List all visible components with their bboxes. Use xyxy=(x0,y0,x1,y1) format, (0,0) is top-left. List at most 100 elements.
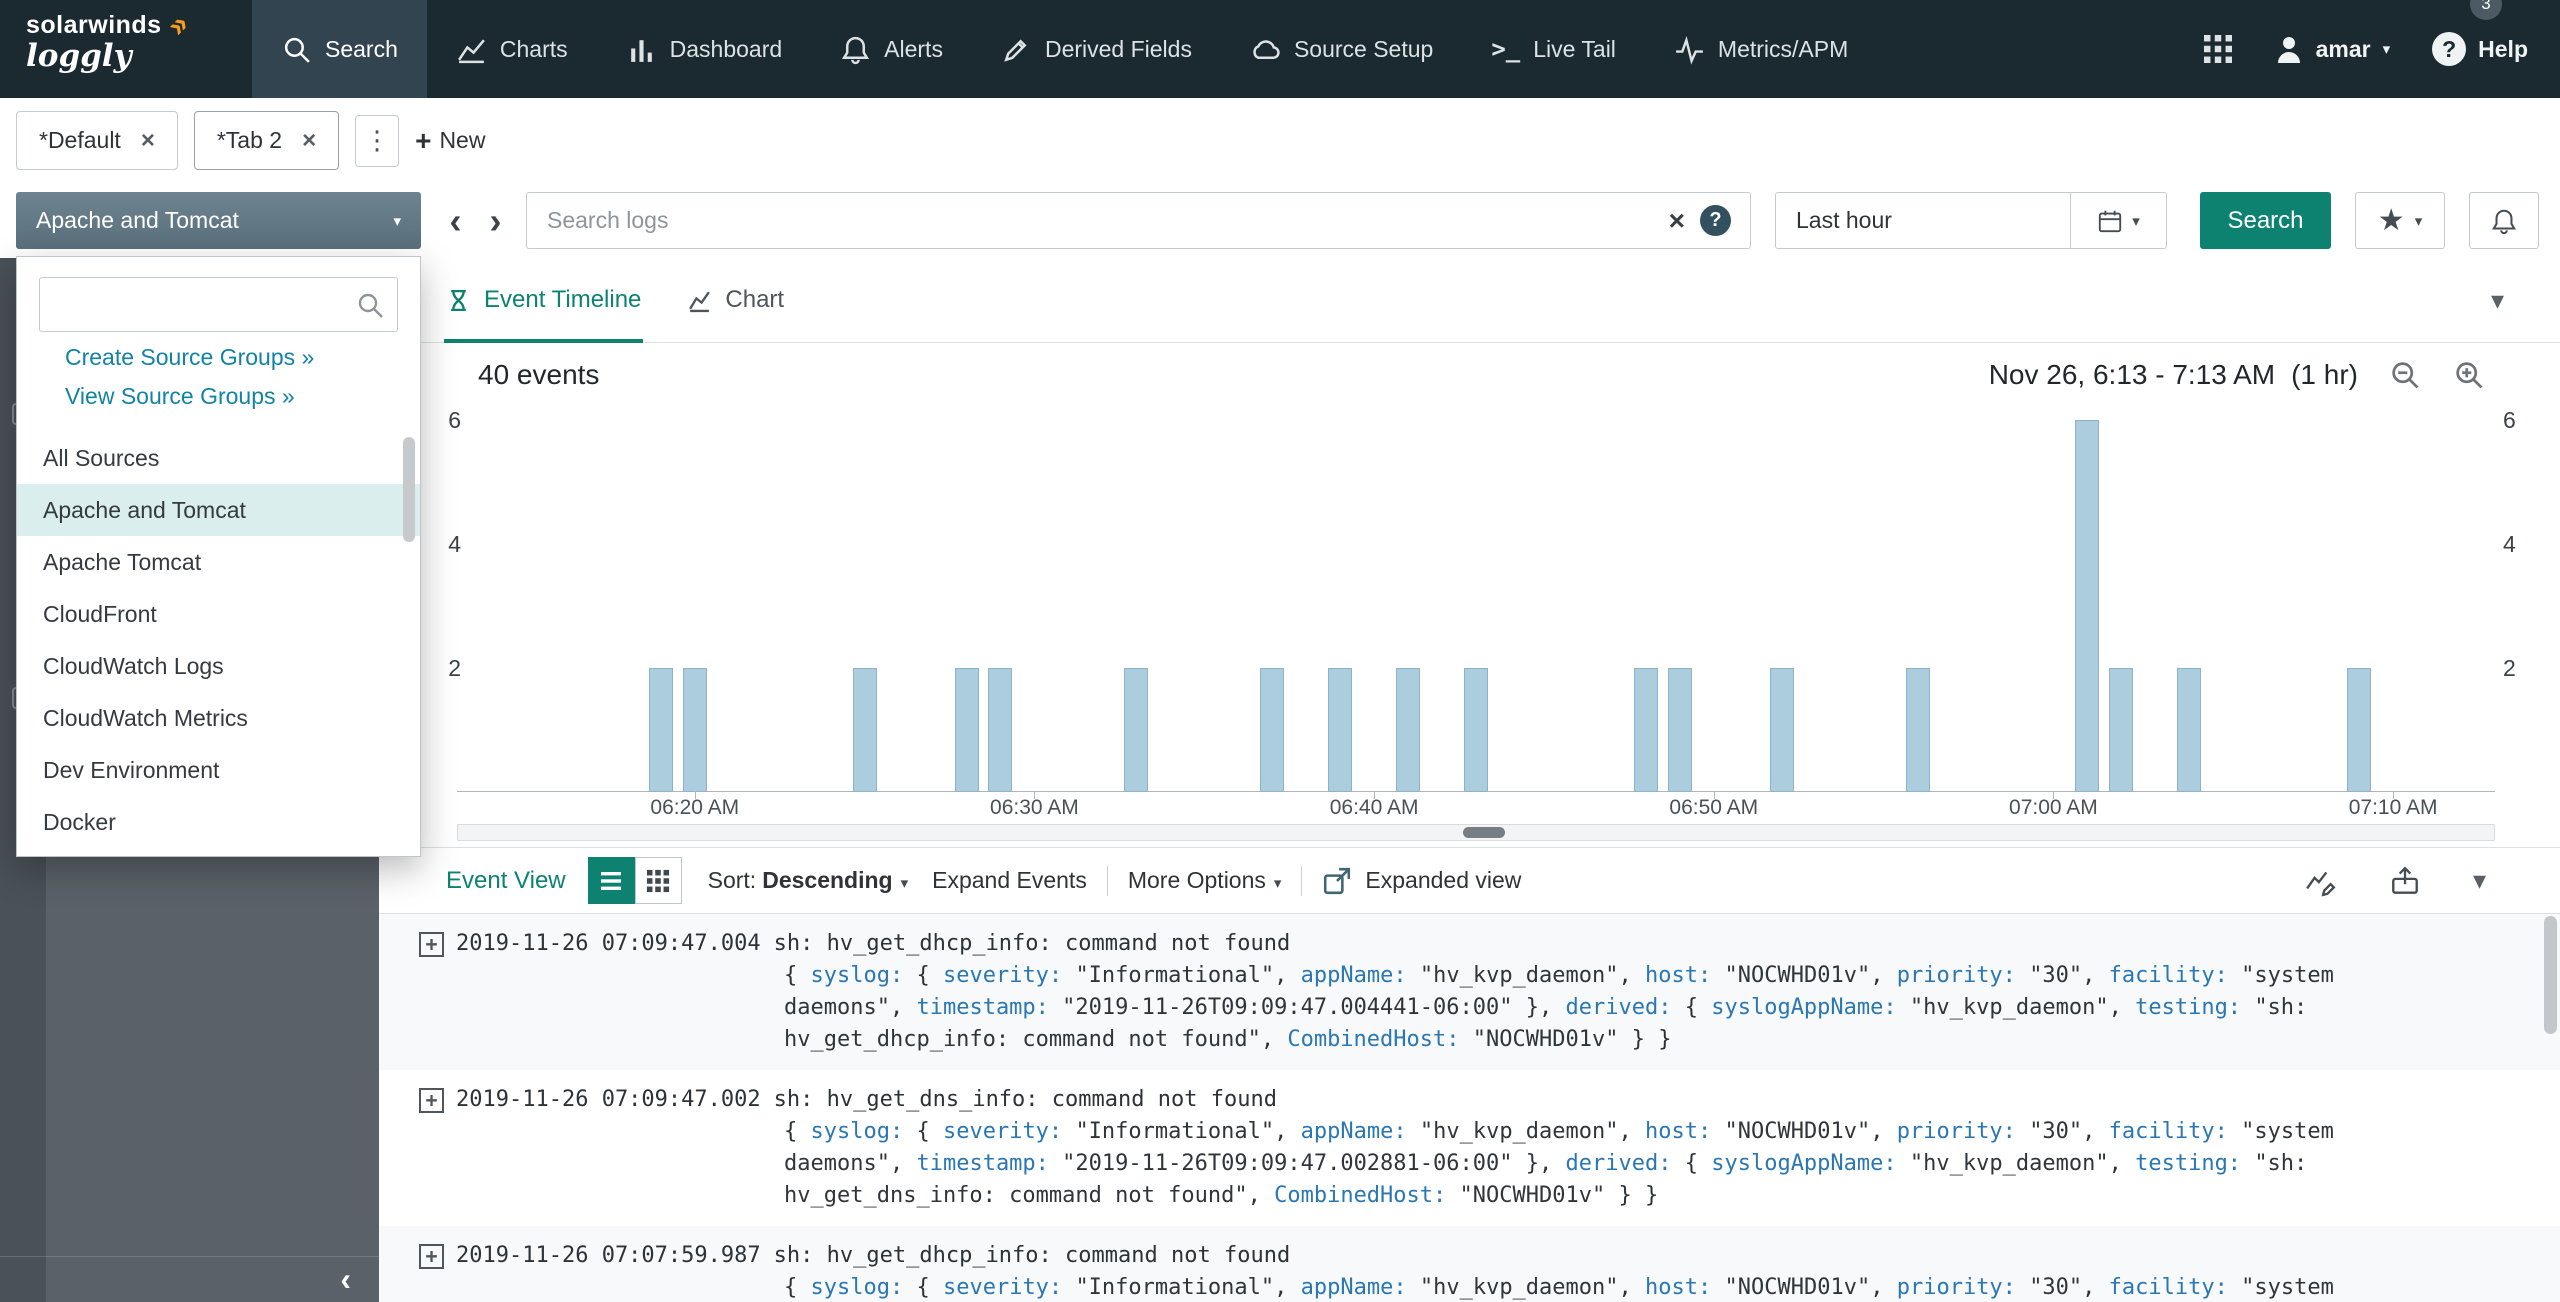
view-mode-toggle xyxy=(588,857,682,904)
more-options-dropdown[interactable]: More Options▾ xyxy=(1128,867,1282,894)
timeline-bar[interactable] xyxy=(649,668,673,792)
source-item-all-sources[interactable]: All Sources xyxy=(17,432,420,484)
log-event-row[interactable]: + 2019-11-26 07:09:47.002sh: hv_get_dns_… xyxy=(379,1070,2560,1226)
source-item-apache-tomcat[interactable]: Apache Tomcat xyxy=(17,536,420,588)
expand-event-icon[interactable]: + xyxy=(419,1088,444,1113)
source-item-dev-environment[interactable]: Dev Environment xyxy=(17,744,420,796)
event-view-toolbar: Event View Sort:Descending▾ Expand Event… xyxy=(379,848,2560,914)
json-key: priority: xyxy=(1897,1119,2016,1144)
event-timestamp: 2019-11-26 07:09:47.002 xyxy=(456,1087,761,1112)
collapse-events-icon[interactable]: ▾ xyxy=(2473,865,2486,896)
calendar-icon xyxy=(2097,208,2123,234)
timeline-bar[interactable] xyxy=(1260,668,1284,792)
nav-item-source-setup[interactable]: Source Setup xyxy=(1221,0,1462,98)
json-key: timestamp: xyxy=(916,1151,1048,1176)
collapse-timeline-icon[interactable]: ▾ xyxy=(2491,285,2504,316)
timeline-bar[interactable] xyxy=(1328,668,1352,792)
saved-searches-button[interactable]: ★ ▾ xyxy=(2355,192,2445,249)
events-scrollbar[interactable] xyxy=(2544,916,2557,1296)
sort-label: Sort: xyxy=(708,867,757,893)
timeline-bar[interactable] xyxy=(2177,668,2201,792)
timeline-bar[interactable] xyxy=(1668,668,1692,792)
nav-item-alerts[interactable]: Alerts xyxy=(811,0,972,98)
nav-item-live-tail[interactable]: >_ Live Tail xyxy=(1462,0,1645,98)
bell-icon xyxy=(840,34,871,65)
calendar-section[interactable]: ▾ xyxy=(2070,193,2166,248)
timeline-bar[interactable] xyxy=(1124,668,1148,792)
timeline-bar[interactable] xyxy=(683,668,707,792)
timeline-bar[interactable] xyxy=(1396,668,1420,792)
json-value: "NOCWHD01v" xyxy=(1473,1027,1619,1052)
close-icon[interactable]: × xyxy=(141,127,155,155)
tab-chart[interactable]: Chart xyxy=(687,258,784,342)
share-icon[interactable] xyxy=(2389,865,2421,897)
create-source-groups-link[interactable]: Create Source Groups » xyxy=(65,344,420,371)
derived-field-icon[interactable] xyxy=(2305,865,2337,897)
timeline-bar[interactable] xyxy=(1906,668,1930,792)
timeline-bar[interactable] xyxy=(2075,420,2099,792)
zoom-out-icon[interactable] xyxy=(2388,358,2422,392)
bar-chart-icon xyxy=(626,34,657,65)
json-value: "NOCWHD01v" xyxy=(1725,1275,1871,1300)
tab-label: *Default xyxy=(39,127,121,154)
expand-event-icon[interactable]: + xyxy=(419,932,444,957)
nav-item-metrics-apm[interactable]: Metrics/APM xyxy=(1645,0,1877,98)
history-back-button[interactable]: ‹ xyxy=(450,203,462,239)
time-range-picker[interactable]: Last hour ▾ xyxy=(1775,192,2167,249)
view-source-groups-link[interactable]: View Source Groups » xyxy=(65,383,420,410)
chart-scrollbar-handle[interactable] xyxy=(1463,827,1505,838)
expand-event-icon[interactable]: + xyxy=(419,1244,444,1269)
events-scrollbar-handle[interactable] xyxy=(2544,916,2557,1034)
json-key: priority: xyxy=(1897,1275,2016,1300)
timeline-bar[interactable] xyxy=(2347,668,2371,792)
tab-tab2[interactable]: *Tab 2 × xyxy=(194,111,339,170)
nav-item-dashboard[interactable]: Dashboard xyxy=(597,0,812,98)
close-icon[interactable]: × xyxy=(302,127,316,155)
timeline-bar[interactable] xyxy=(988,668,1012,792)
search-input[interactable] xyxy=(526,192,1751,249)
clear-search-icon[interactable]: × xyxy=(1669,205,1685,237)
zoom-in-icon[interactable] xyxy=(2452,358,2486,392)
nav-label: Search xyxy=(325,36,398,63)
divider xyxy=(1301,866,1302,896)
grid-view-button[interactable] xyxy=(635,857,682,904)
timeline-bar[interactable] xyxy=(1770,668,1794,792)
timeline-bar[interactable] xyxy=(1464,668,1488,792)
loggly-logo[interactable]: solarwinds » loggly xyxy=(0,0,252,98)
timeline-bar[interactable] xyxy=(853,668,877,792)
timeline-bar[interactable] xyxy=(955,668,979,792)
nav-item-derived-fields[interactable]: Derived Fields xyxy=(972,0,1221,98)
tab-event-timeline[interactable]: Event Timeline xyxy=(446,258,641,342)
list-view-button[interactable] xyxy=(588,857,635,904)
source-group-dropdown-button[interactable]: Apache and Tomcat ▾ xyxy=(16,192,421,249)
source-item-cloudfront[interactable]: CloudFront xyxy=(17,588,420,640)
source-item-cloudwatch-logs[interactable]: CloudWatch Logs xyxy=(17,640,420,692)
expand-events-button[interactable]: Expand Events xyxy=(932,867,1087,894)
log-event-row[interactable]: + 2019-11-26 07:07:59.987sh: hv_get_dhcp… xyxy=(379,1226,2560,1302)
tab-options-button[interactable]: ⋮ xyxy=(355,115,399,167)
timeline-bar[interactable] xyxy=(1634,668,1658,792)
timeline-bar[interactable] xyxy=(2109,668,2133,792)
search-button[interactable]: Search xyxy=(2200,192,2331,249)
new-tab-button[interactable]: + New xyxy=(415,125,485,157)
sort-dropdown[interactable]: Sort:Descending▾ xyxy=(708,867,908,894)
nav-item-charts[interactable]: Charts xyxy=(427,0,597,98)
history-forward-button[interactable]: › xyxy=(490,203,502,239)
expanded-view-button[interactable]: Expanded view xyxy=(1322,866,1521,896)
chart-scrollbar[interactable] xyxy=(457,824,2495,841)
source-search-input[interactable] xyxy=(39,277,398,332)
source-item-apache-and-tomcat[interactable]: Apache and Tomcat xyxy=(17,484,420,536)
source-item-cloudwatch-metrics[interactable]: CloudWatch Metrics xyxy=(17,692,420,744)
user-menu[interactable]: amar ▾ xyxy=(2274,34,2391,64)
apps-grid-icon[interactable] xyxy=(2204,35,2232,63)
source-item-docker[interactable]: Docker xyxy=(17,796,420,848)
dropdown-scrollbar-handle[interactable] xyxy=(403,437,415,542)
nav-item-search[interactable]: Search xyxy=(252,0,427,98)
help-menu[interactable]: ? Help xyxy=(2432,32,2528,66)
search-help-icon[interactable]: ? xyxy=(1700,205,1731,236)
log-event-row[interactable]: + 2019-11-26 07:09:47.004sh: hv_get_dhcp… xyxy=(379,914,2560,1070)
nav-label: Derived Fields xyxy=(1045,36,1192,63)
alerts-bell-button[interactable] xyxy=(2469,192,2539,249)
tab-default[interactable]: *Default × xyxy=(16,111,178,170)
sidebar-collapse-icon[interactable]: ‹ xyxy=(340,1261,351,1298)
